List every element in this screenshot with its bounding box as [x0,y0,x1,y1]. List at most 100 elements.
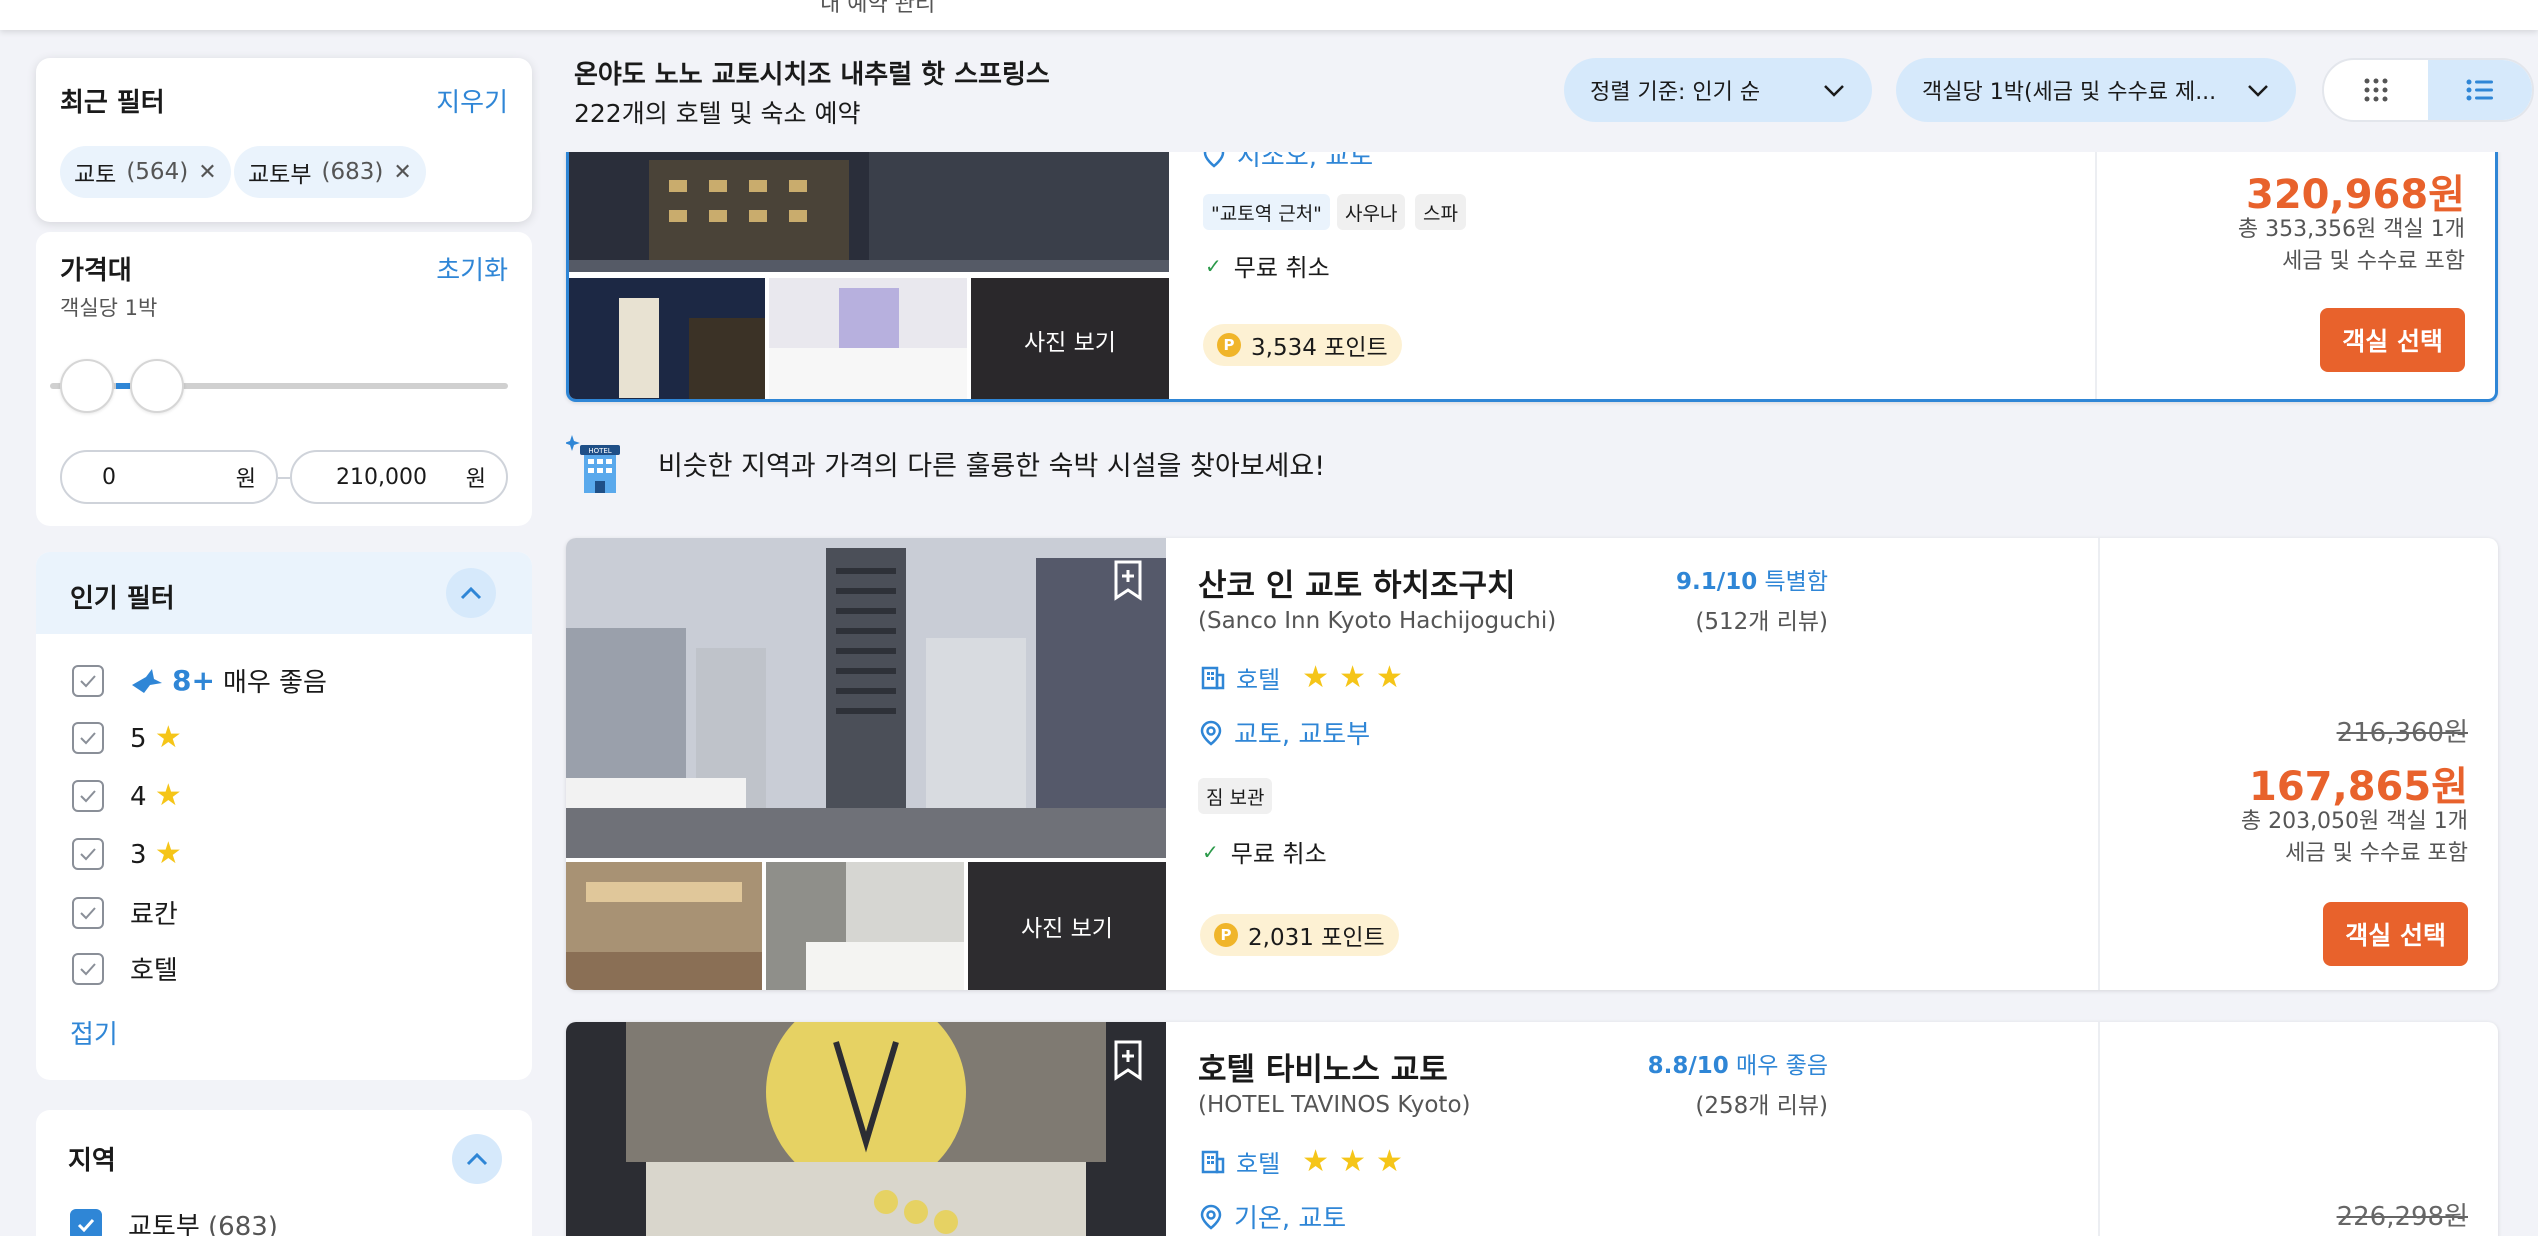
checkbox-checked[interactable] [70,1208,102,1236]
tax-note: 세금 및 수수료 포함 [2285,841,2468,866]
filter-chip-kyoto-pref[interactable]: 교토부 (683) ✕ [234,146,426,198]
sort-dropdown[interactable]: 정렬 기준: 인기 순 [1564,58,1872,122]
select-room-button[interactable]: 객실 선택 [2320,308,2465,372]
checkbox[interactable] [72,664,104,697]
price-max-input[interactable]: 210,000 원 [290,450,508,504]
star-icon: ★ [1375,1144,1403,1179]
price-slider-fill [116,383,130,389]
filter-3-star[interactable]: 3 ★ [72,836,182,871]
review-count: (512개 리뷰) [1695,609,1828,635]
chevron-down-icon [2248,85,2268,97]
filter-hotel[interactable]: 호텔 [72,950,178,987]
price-slider-max-handle[interactable] [130,359,184,413]
price-reset-link[interactable]: 초기화 [436,250,508,287]
price-min-value: 0 [102,464,116,490]
chevron-up-icon [466,1152,488,1166]
bookmark-icon[interactable] [1106,558,1150,602]
coin-icon: P [1214,923,1238,947]
top-crumb[interactable]: 내 예약 관리 [820,0,935,18]
review-count: (258개 리뷰) [1695,1093,1828,1119]
list-view-button[interactable] [2428,60,2532,120]
popular-filters-title: 인기 필터 [70,584,175,614]
filter-rating-8plus[interactable]: 8+ 매우 좋음 [72,662,327,699]
hotel-photo-thumb[interactable] [766,862,964,990]
hotel-name[interactable]: 산코 인 교토 하치조구치 [1198,560,1516,605]
filter-4-star[interactable]: 4 ★ [72,778,182,813]
close-icon[interactable]: ✕ [198,160,216,185]
region-count: (683) [208,1212,278,1236]
hotel-rating[interactable]: 9.1/10 특별함 (512개 리뷰) [1676,562,1828,636]
grid-icon [2364,78,2388,102]
price-slider-min-handle[interactable] [60,359,114,413]
points-label: 3,534 포인트 [1251,335,1388,361]
promo-text: 비슷한 지역과 가격의 다른 훌륭한 숙박 시설을 찾아보세요! [658,450,1326,482]
hotel-location-label: 기온, 교토 [1234,1204,1347,1234]
free-cancel-label: 무료 취소 [1233,254,1330,282]
list-icon [2466,79,2493,101]
checkbox[interactable] [72,779,104,812]
hotel-type: 호텔 ★ ★ ★ [1200,1144,1403,1179]
checkbox[interactable] [72,721,104,754]
filter-label: 매우 좋음 [222,668,327,698]
grid-view-button[interactable] [2324,60,2428,120]
hotel-location[interactable]: 시조오, 교토 [1203,150,1373,173]
hotel-photo-main[interactable] [566,538,1166,858]
svg-text:HOTEL: HOTEL [588,447,611,455]
price-mode-dropdown[interactable]: 객실당 1박(세금 및 수수료 제... [1896,58,2296,122]
hotel-card[interactable]: 사진 보기 산코 인 교토 하치조구치 (Sanco Inn Kyoto Hac… [566,538,2498,990]
close-icon[interactable]: ✕ [393,160,411,185]
checkbox[interactable] [72,837,104,870]
checkbox[interactable] [72,952,104,985]
hotel-type: 호텔 ★ ★ ★ [1200,660,1403,695]
popular-filters-header[interactable]: 인기 필터 [36,552,532,634]
hotel-photo-thumb[interactable] [569,278,765,402]
hotel-name[interactable]: 호텔 타비노스 교토 [1198,1044,1448,1089]
hotel-photo-thumb[interactable] [769,278,967,402]
view-photos-button[interactable]: 사진 보기 [971,278,1169,399]
collapse-link[interactable]: 접기 [70,1014,118,1051]
points-badge: P 3,534 포인트 [1203,324,1402,366]
range-divider [278,477,290,479]
hotel-photo-thumb[interactable] [566,862,762,990]
collapse-popular-button[interactable] [446,568,496,618]
rating-prefix: 8+ [172,664,215,697]
check-icon: ✓ [1205,253,1222,278]
location-pin-icon [1200,720,1222,746]
select-room-button[interactable]: 객실 선택 [2323,902,2468,966]
chip-label: 교토부 [248,162,312,188]
region-label: 교토부 [128,1212,200,1236]
star-icon: ★ [1339,1144,1366,1179]
collapse-region-button[interactable] [452,1134,502,1184]
star-icon: ★ [1375,660,1403,695]
hotel-location[interactable]: 교토, 교토부 [1200,714,1370,751]
checkbox[interactable] [72,896,104,929]
filter-label: 호텔 [130,956,178,986]
rating-label: 특별함 [1764,569,1828,595]
region-item[interactable]: 교토부 (683) [70,1206,278,1236]
filter-label: 료칸 [130,900,178,930]
hotel-rating[interactable]: 8.8/10 매우 좋음 (258개 리뷰) [1648,1046,1828,1120]
hotel-card[interactable]: 호텔 타비노스 교토 (HOTEL TAVINOS Kyoto) 호텔 ★ ★ ★ … [566,1022,2498,1236]
price-max-value: 210,000 [336,464,427,490]
price-total: 총 203,050원 객실 1개 [2240,809,2468,834]
hotel-type-label: 호텔 [1236,1150,1281,1178]
price-column: 216,360원 167,865원 총 203,050원 객실 1개 세금 및 … [2098,538,2498,990]
hotel-card-previous[interactable]: 사진 보기 시조오, 교토 "교토역 근처" 사우나 스파 ✓ 무료 취소 P … [566,150,2498,402]
star-icon: ★ [154,836,182,871]
filter-ryokan[interactable]: 료칸 [72,894,178,931]
hotel-location[interactable]: 기온, 교토 [1200,1198,1346,1235]
recent-filters-card: 최근 필터 지우기 교토 (564) ✕ 교토부 (683) ✕ [36,58,532,222]
filter-5-star[interactable]: 5 ★ [72,720,182,755]
price-min-input[interactable]: 0 원 [60,450,278,504]
view-photos-button[interactable]: 사진 보기 [968,862,1166,990]
filter-chip-kyoto[interactable]: 교토 (564) ✕ [60,146,231,198]
clear-filters-link[interactable]: 지우기 [436,82,508,119]
star-icon: ★ [1302,1144,1330,1179]
bookmark-icon[interactable] [1106,1038,1150,1082]
top-bar: 내 예약 관리 [0,0,2538,30]
hotel-photo-main[interactable] [566,1022,1166,1236]
hotel-photo-main[interactable] [569,150,1169,272]
region-filter-title: 지역 [68,1146,116,1176]
chip-label: 교토 [74,162,117,188]
hotel-tag: 사우나 [1337,194,1406,230]
